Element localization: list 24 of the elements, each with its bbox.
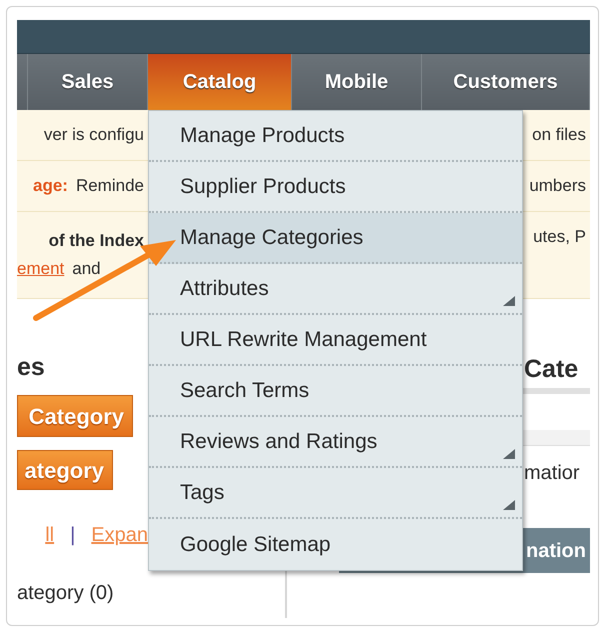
menu-item[interactable]: Manage Categories bbox=[149, 213, 522, 264]
panel-heading: es bbox=[17, 355, 45, 380]
menu-item[interactable]: Attributes bbox=[149, 264, 522, 315]
submenu-icon bbox=[502, 448, 516, 460]
submenu-icon bbox=[502, 295, 516, 307]
notice-text: ver is configu bbox=[44, 124, 144, 146]
warning-label: age: bbox=[32, 175, 68, 197]
notice-text: Reminde bbox=[76, 175, 144, 197]
menu-item[interactable]: Reviews and Ratings bbox=[149, 417, 522, 468]
menu-item[interactable]: Tags bbox=[149, 468, 522, 519]
menu-item[interactable]: URL Rewrite Management bbox=[149, 315, 522, 366]
panel-heading: Cate bbox=[524, 357, 580, 382]
menu-item[interactable]: Manage Products bbox=[149, 111, 522, 162]
notice-text: and bbox=[72, 258, 101, 280]
tree-item[interactable]: ategory (0) bbox=[17, 578, 114, 608]
notice-text: umbers bbox=[529, 175, 587, 197]
menu-item[interactable]: Search Terms bbox=[149, 366, 522, 417]
submenu-icon bbox=[502, 499, 516, 511]
link-separator: | bbox=[70, 523, 76, 548]
nav-tab[interactable]: Catalog bbox=[148, 54, 292, 110]
notice-text: of the Index bbox=[48, 230, 144, 252]
notice-text: utes, P bbox=[533, 226, 587, 248]
notice-text: on files bbox=[532, 124, 587, 146]
field-label: matior bbox=[524, 461, 581, 486]
